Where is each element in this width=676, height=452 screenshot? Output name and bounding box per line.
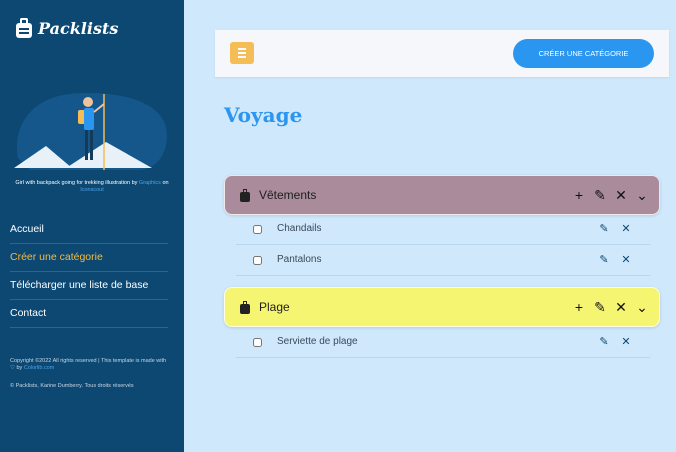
item-checkbox[interactable]: [253, 256, 262, 265]
list-item: Pantalons ✎ ✕: [236, 246, 650, 276]
edit-item-icon[interactable]: ✎: [598, 334, 610, 350]
list-item: Serviette de plage ✎ ✕: [236, 328, 650, 358]
chevron-down-icon[interactable]: ⌄: [635, 296, 649, 318]
nav-item-contact[interactable]: Contact: [10, 300, 168, 328]
credit-author-link[interactable]: Graphics: [139, 180, 161, 186]
brand-logo[interactable]: Packlists: [16, 18, 118, 38]
colorlib-link[interactable]: Colorlib.com: [24, 365, 55, 371]
illustration-credit: Girl with backpack going for trekking il…: [15, 180, 169, 193]
category-card-vetements[interactable]: Vêtements + ✎ ✕ ⌄: [224, 175, 660, 215]
suitcase-icon: [16, 18, 32, 38]
copyright-footer: © Packlists, Karine Dumberry. Tous droit…: [10, 383, 134, 389]
delete-category-icon[interactable]: ✕: [614, 184, 628, 206]
brand-name: Packlists: [38, 18, 119, 38]
delete-item-icon[interactable]: ✕: [620, 252, 632, 268]
nav-item-creer-categorie[interactable]: Créer une catégorie: [10, 244, 168, 272]
top-bar: CRÉER UNE CATÉGORIE: [215, 30, 669, 77]
category-card-plage[interactable]: Plage + ✎ ✕ ⌄: [224, 287, 660, 327]
sidebar: Packlists Girl with backpack going for t…: [0, 0, 184, 452]
add-item-icon[interactable]: +: [572, 184, 586, 206]
delete-item-icon[interactable]: ✕: [620, 334, 632, 350]
add-item-icon[interactable]: +: [572, 296, 586, 318]
category-name: Vêtements: [259, 188, 317, 202]
hiker-illustration: [14, 93, 167, 170]
item-name: Pantalons: [277, 254, 322, 265]
item-name: Serviette de plage: [277, 336, 358, 347]
copyright-text: Copyright ©2022 All rights reserved | Th…: [10, 358, 167, 371]
list-item: Chandails ✎ ✕: [236, 215, 650, 245]
item-checkbox[interactable]: [253, 338, 262, 347]
menu-toggle-button[interactable]: [230, 42, 254, 64]
sidebar-nav: Accueil Créer une catégorie Télécharger …: [10, 216, 168, 328]
item-checkbox[interactable]: [253, 225, 262, 234]
credit-site-link[interactable]: Iconscout: [80, 187, 104, 193]
delete-category-icon[interactable]: ✕: [614, 296, 628, 318]
nav-item-telecharger-liste[interactable]: Télécharger une liste de base: [10, 272, 168, 300]
item-name: Chandails: [277, 223, 322, 234]
edit-category-icon[interactable]: ✎: [593, 296, 607, 318]
nav-item-accueil[interactable]: Accueil: [10, 216, 168, 244]
chevron-down-icon[interactable]: ⌄: [635, 184, 649, 206]
delete-item-icon[interactable]: ✕: [620, 221, 632, 237]
suitcase-icon: [240, 301, 250, 314]
edit-item-icon[interactable]: ✎: [598, 221, 610, 237]
edit-category-icon[interactable]: ✎: [593, 184, 607, 206]
page-title: Voyage: [224, 103, 303, 127]
category-name: Plage: [259, 300, 290, 314]
edit-item-icon[interactable]: ✎: [598, 252, 610, 268]
create-category-button[interactable]: CRÉER UNE CATÉGORIE: [513, 39, 654, 68]
suitcase-icon: [240, 189, 250, 202]
